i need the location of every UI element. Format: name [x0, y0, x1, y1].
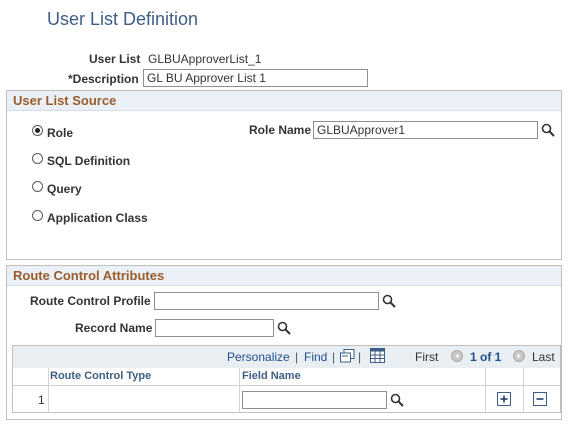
sql-definition-option-label: SQL Definition — [47, 154, 131, 168]
user-list-source-group: User List Source — [6, 90, 562, 260]
record-name-lookup-icon[interactable] — [277, 321, 291, 335]
route-control-attributes-title: Route Control Attributes — [7, 266, 561, 286]
row-number: 1 — [38, 393, 45, 407]
field-name-lookup-icon[interactable] — [390, 393, 404, 407]
column-header-field-name: Field Name — [242, 370, 301, 382]
role-name-lookup-icon[interactable] — [541, 123, 555, 137]
role-name-label: Role Name — [249, 123, 312, 137]
application-class-radio[interactable] — [32, 210, 43, 221]
description-label: *Description — [68, 72, 139, 86]
application-class-option-label: Application Class — [47, 211, 148, 225]
add-row-icon[interactable] — [497, 392, 511, 406]
description-field[interactable]: GL BU Approver List 1 — [143, 69, 368, 87]
next-row-icon[interactable] — [513, 350, 525, 362]
query-radio[interactable] — [32, 181, 43, 192]
route-control-profile-label: Route Control Profile — [30, 294, 151, 308]
column-header-route-control-type: Route Control Type — [50, 370, 152, 382]
route-control-profile-lookup-icon[interactable] — [382, 294, 396, 308]
grid-navigation-bar: Personalize | Find | | First 1 of 1 Last — [13, 346, 560, 369]
personalize-link[interactable]: Personalize — [227, 350, 290, 364]
field-name-input[interactable] — [242, 391, 387, 409]
row-count-indicator: 1 of 1 — [470, 350, 502, 364]
role-option-label: Role — [47, 126, 74, 140]
last-label[interactable]: Last — [532, 350, 555, 364]
user-list-value: GLBUApproverList_1 — [148, 52, 262, 66]
view-all-icon[interactable] — [340, 349, 355, 363]
grid-separator: | — [358, 350, 362, 364]
record-name-field[interactable] — [155, 319, 274, 337]
record-name-label: Record Name — [75, 321, 153, 335]
user-list-source-title: User List Source — [7, 91, 561, 111]
first-label[interactable]: First — [415, 350, 438, 364]
route-control-grid: Personalize | Find | | First 1 of 1 Last… — [12, 345, 561, 413]
query-option-label: Query — [47, 182, 82, 196]
sql-definition-radio[interactable] — [32, 153, 43, 164]
grid-separator: | — [295, 350, 299, 364]
role-name-field[interactable]: GLBUApprover1 — [313, 121, 538, 139]
grid-header-row: Route Control Type Field Name — [13, 368, 560, 386]
role-radio[interactable] — [32, 125, 43, 136]
user-list-label: User List — [89, 52, 141, 66]
previous-row-icon[interactable] — [451, 350, 463, 362]
grid-separator: | — [332, 350, 336, 364]
route-control-profile-field[interactable] — [154, 292, 379, 310]
find-link[interactable]: Find — [304, 350, 327, 364]
download-spreadsheet-icon[interactable] — [370, 348, 385, 363]
page-title: User List Definition — [47, 9, 199, 29]
delete-row-icon[interactable] — [533, 392, 547, 406]
table-row: 1 — [13, 386, 560, 413]
